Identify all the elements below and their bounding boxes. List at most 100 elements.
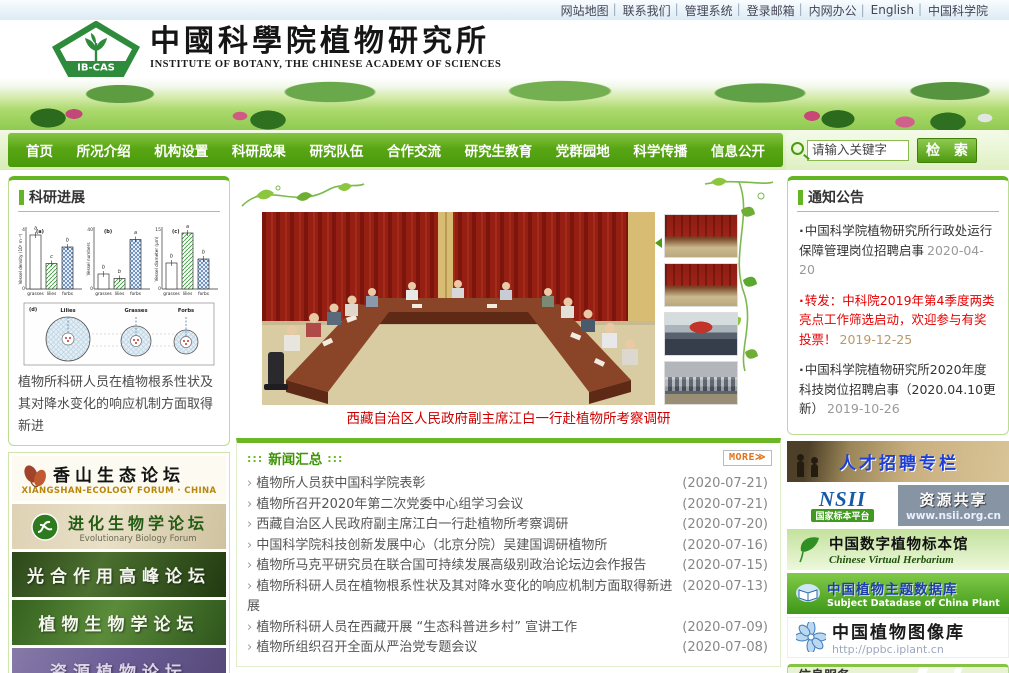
research-progress-box: 科研进展 (a bbox=[8, 176, 230, 446]
svg-text:b: b bbox=[118, 269, 121, 275]
svg-text:Vessel density (10² m⁻²): Vessel density (10² m⁻²) bbox=[18, 233, 23, 284]
svg-text:b: b bbox=[66, 238, 69, 244]
thumbnail-prev-arrow-icon[interactable] bbox=[655, 238, 662, 248]
top-link-sitemap[interactable]: 网站地图 bbox=[554, 2, 616, 19]
banner-plant-biology-forum[interactable]: 植物生物学论坛 bbox=[12, 600, 226, 645]
notice-item-highlighted[interactable]: 转发：中科院2019年第4季度两类亮点工作筛选启动，欢迎参与有奖投票！2019-… bbox=[799, 291, 997, 350]
svg-text:Lilies: Lilies bbox=[60, 308, 75, 314]
nav-item-party[interactable]: 党群园地 bbox=[556, 140, 610, 160]
institute-logo-icon[interactable]: IB-CAS bbox=[52, 21, 140, 77]
svg-text:Forbs: Forbs bbox=[178, 308, 194, 314]
svg-text:c: c bbox=[50, 254, 53, 260]
cvh-subtitle: Chinese Virtual Herbarium bbox=[829, 554, 969, 566]
open-book-icon bbox=[795, 582, 821, 604]
photo-thumbnail-strip bbox=[664, 214, 740, 410]
news-item[interactable]: 植物所马克平研究员在联合国可持续发展高级别政治论坛边会作报告(2020-07-1… bbox=[247, 556, 772, 577]
sdcp-subtitle: Subject Datadase of China Plant bbox=[827, 598, 1000, 609]
nav-item-research-team[interactable]: 研究队伍 bbox=[309, 140, 363, 160]
center-column: 西藏自治区人民政府副主席江白一行赴植物所考察调研 ::: 新闻汇总 ::: MO… bbox=[236, 176, 781, 673]
svg-text:4: 4 bbox=[22, 227, 25, 233]
banner-talent-recruitment[interactable]: 人才招聘专栏 bbox=[787, 441, 1009, 482]
svg-text:(c): (c) bbox=[172, 229, 180, 235]
forum-evolution-title: 进化生物学论坛 bbox=[68, 510, 208, 534]
banner-plant-photo-bank[interactable]: 中国植物图像库 http://ppbc.iplant.cn bbox=[787, 617, 1009, 658]
banner-photosynthesis-forum[interactable]: 光合作用高峰论坛 bbox=[12, 552, 226, 597]
thumbnail-meeting-1[interactable] bbox=[664, 214, 738, 258]
main-news-photo[interactable] bbox=[262, 212, 655, 405]
forum-evolution-subtitle: Evolutionary Biology Forum bbox=[79, 534, 196, 544]
notice-item[interactable]: 中国科学院植物研究所2020年度科技岗位招聘启事（2020.04.10更新）20… bbox=[799, 360, 997, 419]
person-silhouette-icon bbox=[797, 461, 804, 477]
banner-plant-subject-database[interactable]: 中国植物主题数据库 Subject Datadase of China Plan… bbox=[787, 573, 1009, 614]
nsii-logo: NSII bbox=[819, 489, 866, 509]
featured-photo-zone bbox=[236, 176, 781, 408]
nav-item-achievements[interactable]: 科研成果 bbox=[232, 140, 286, 160]
left-column: 科研进展 (a bbox=[8, 176, 230, 673]
top-link-mail-login[interactable]: 登录邮箱 bbox=[740, 2, 802, 19]
banner-nsii[interactable]: NSII 国家标本平台 资源共享 www.nsii.org.cn bbox=[787, 485, 1009, 526]
svg-text:0: 0 bbox=[22, 286, 25, 292]
search-input[interactable] bbox=[807, 140, 909, 161]
banner-resource-plants-forum[interactable]: 资源植物论坛 bbox=[12, 648, 226, 673]
nav-item-science-communication[interactable]: 科学传播 bbox=[633, 140, 687, 160]
top-link-contact[interactable]: 联系我们 bbox=[616, 2, 678, 19]
news-more-button[interactable]: MORE≫ bbox=[723, 450, 772, 466]
thumbnail-lecture-hall[interactable] bbox=[664, 312, 738, 356]
news-item[interactable]: 植物所组织召开全面从严治党专题会议(2020-07-08) bbox=[247, 638, 772, 659]
banner-xiangshan-ecology-forum[interactable]: 香山生态论坛 XIANGSHAN-ECOLOGY FORUM · CHINA bbox=[12, 456, 226, 501]
news-item[interactable]: 植物所科研人员在西藏开展 “生态科普进乡村” 宣讲工作(2020-07-09) bbox=[247, 618, 772, 639]
news-item[interactable]: 中国科学院科技创新发展中心（北京分院）吴建国调研植物所(2020-07-16) bbox=[247, 536, 772, 557]
thumbnail-meeting-2[interactable] bbox=[664, 263, 738, 307]
svg-text:a: a bbox=[34, 226, 37, 232]
forum-photosynthesis-title: 光合作用高峰论坛 bbox=[27, 562, 211, 587]
svg-text:(a): (a) bbox=[36, 229, 44, 235]
top-link-english[interactable]: English bbox=[864, 3, 921, 17]
site-header: IB-CAS 中國科學院植物研究所 INSTITUTE OF BOTANY, T… bbox=[0, 20, 1009, 78]
information-services-header: 信息服务 bbox=[787, 664, 1009, 673]
forum-resource-plants-title: 资源植物论坛 bbox=[50, 658, 188, 673]
research-progress-header: 科研进展 bbox=[18, 180, 220, 212]
svg-text:grasses: grasses bbox=[163, 291, 180, 297]
search-icon bbox=[791, 142, 804, 155]
nsii-share-label: 资源共享 bbox=[919, 489, 987, 510]
svg-text:b: b bbox=[102, 265, 105, 271]
thumbnail-group-photo[interactable] bbox=[664, 361, 738, 405]
forum-xiangshan-title: 香山生态论坛 bbox=[53, 461, 185, 486]
top-link-admin-system[interactable]: 管理系统 bbox=[678, 2, 740, 19]
sdcp-title: 中国植物主题数据库 bbox=[827, 578, 1000, 598]
leaf-pair-icon bbox=[22, 462, 48, 492]
news-item[interactable]: 植物所科研人员在植物根系性状及其对降水变化的响应机制方面取得新进展(2020-0… bbox=[247, 577, 772, 618]
pinwheel-flower-icon bbox=[796, 622, 826, 652]
banner-evolutionary-biology-forum[interactable]: 进化生物学论坛 Evolutionary Biology Forum bbox=[12, 504, 226, 549]
news-item[interactable]: 植物所人员获中国科学院表彰(2020-07-21) bbox=[247, 474, 772, 495]
ppbc-title: 中国植物图像库 bbox=[832, 618, 965, 643]
nav-item-graduate-education[interactable]: 研究生教育 bbox=[465, 140, 533, 160]
nav-item-organization[interactable]: 机构设置 bbox=[154, 140, 208, 160]
talent-banner-title: 人才招聘专栏 bbox=[839, 449, 959, 474]
banner-virtual-herbarium[interactable]: 中国数字植物标本馆 Chinese Virtual Herbarium bbox=[787, 529, 1009, 570]
main-content: 科研进展 (a bbox=[0, 170, 1009, 673]
top-link-cas[interactable]: 中国科学院 bbox=[921, 2, 995, 19]
svg-text:b: b bbox=[202, 250, 205, 256]
notice-item[interactable]: 中国科学院植物研究所行政处运行保障管理岗位招聘启事2020-04-20 bbox=[799, 221, 997, 280]
news-item[interactable]: 植物所召开2020年第二次党委中心组学习会议(2020-07-21) bbox=[247, 495, 772, 516]
search-button[interactable]: 检 索 bbox=[917, 138, 977, 163]
forum-plant-biology-title: 植物生物学论坛 bbox=[39, 610, 200, 635]
top-link-intranet[interactable]: 内网办公 bbox=[802, 2, 864, 19]
research-figure[interactable]: (a) Vessel density (10² m⁻²) 4 0 a c b g… bbox=[16, 217, 222, 369]
nav-item-info-disclosure[interactable]: 信息公开 bbox=[711, 140, 765, 160]
ppbc-url: http://ppbc.iplant.cn bbox=[832, 643, 965, 656]
nav-item-about[interactable]: 所况介绍 bbox=[77, 140, 131, 160]
svg-text:Vessel numbers: Vessel numbers bbox=[86, 242, 91, 275]
svg-text:a: a bbox=[186, 224, 189, 230]
nav-item-home[interactable]: 首页 bbox=[26, 140, 53, 160]
featured-photo-caption[interactable]: 西藏自治区人民政府副主席江白一行赴植物所考察调研 bbox=[236, 408, 781, 432]
research-caption[interactable]: 植物所科研人员在植物根系性状及其对降水变化的响应机制方面取得新进 bbox=[9, 369, 229, 445]
svg-text:(d): (d) bbox=[29, 307, 37, 313]
news-summary-box: ::: 新闻汇总 ::: MORE≫ 植物所人员获中国科学院表彰(2020-07… bbox=[236, 438, 781, 667]
svg-text:b: b bbox=[170, 254, 173, 260]
nav-item-cooperation[interactable]: 合作交流 bbox=[387, 140, 441, 160]
nsii-platform-label: 国家标本平台 bbox=[811, 509, 873, 522]
news-item[interactable]: 西藏自治区人民政府副主席江白一行赴植物所考察调研(2020-07-20) bbox=[247, 515, 772, 536]
accent-bar-icon bbox=[19, 190, 24, 205]
